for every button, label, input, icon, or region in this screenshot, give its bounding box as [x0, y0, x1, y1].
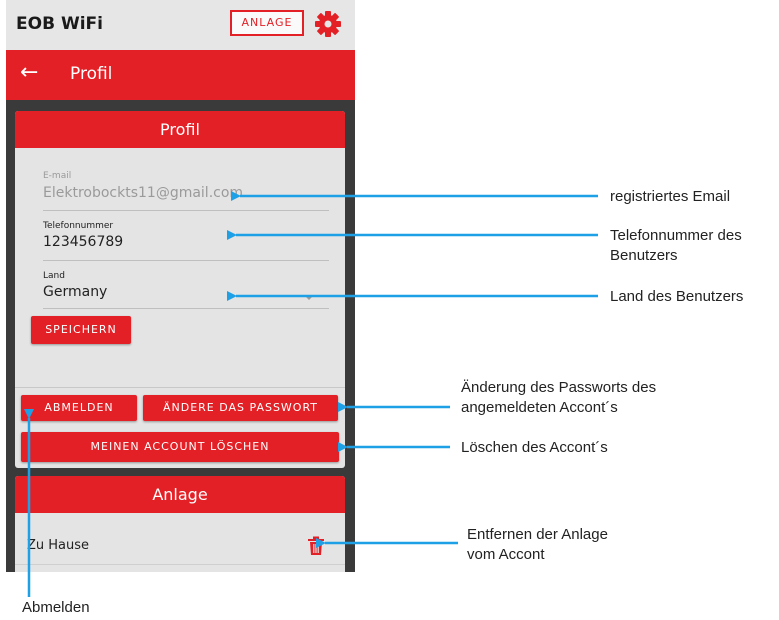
annotation-remove-line1: Entfernen der Anlage: [467, 526, 608, 543]
annotation-password-line2: angemeldeten Accont´s: [461, 399, 618, 416]
annotation-country: Land des Benutzers: [610, 288, 744, 305]
annotation-password-line1: Änderung des Passworts des: [461, 379, 657, 396]
annotation-delete: Löschen des Accont´s: [461, 439, 608, 456]
annotation-phone-line1: Telefonnummer des: [610, 227, 742, 244]
annotation-remove-line2: vom Accont: [467, 546, 545, 563]
annotation-email: registriertes Email: [610, 188, 731, 205]
annotation-logout: Abmelden: [22, 599, 90, 616]
annotation-phone-line2: Benutzers: [610, 247, 678, 264]
annotation-arrows: [24, 191, 598, 597]
